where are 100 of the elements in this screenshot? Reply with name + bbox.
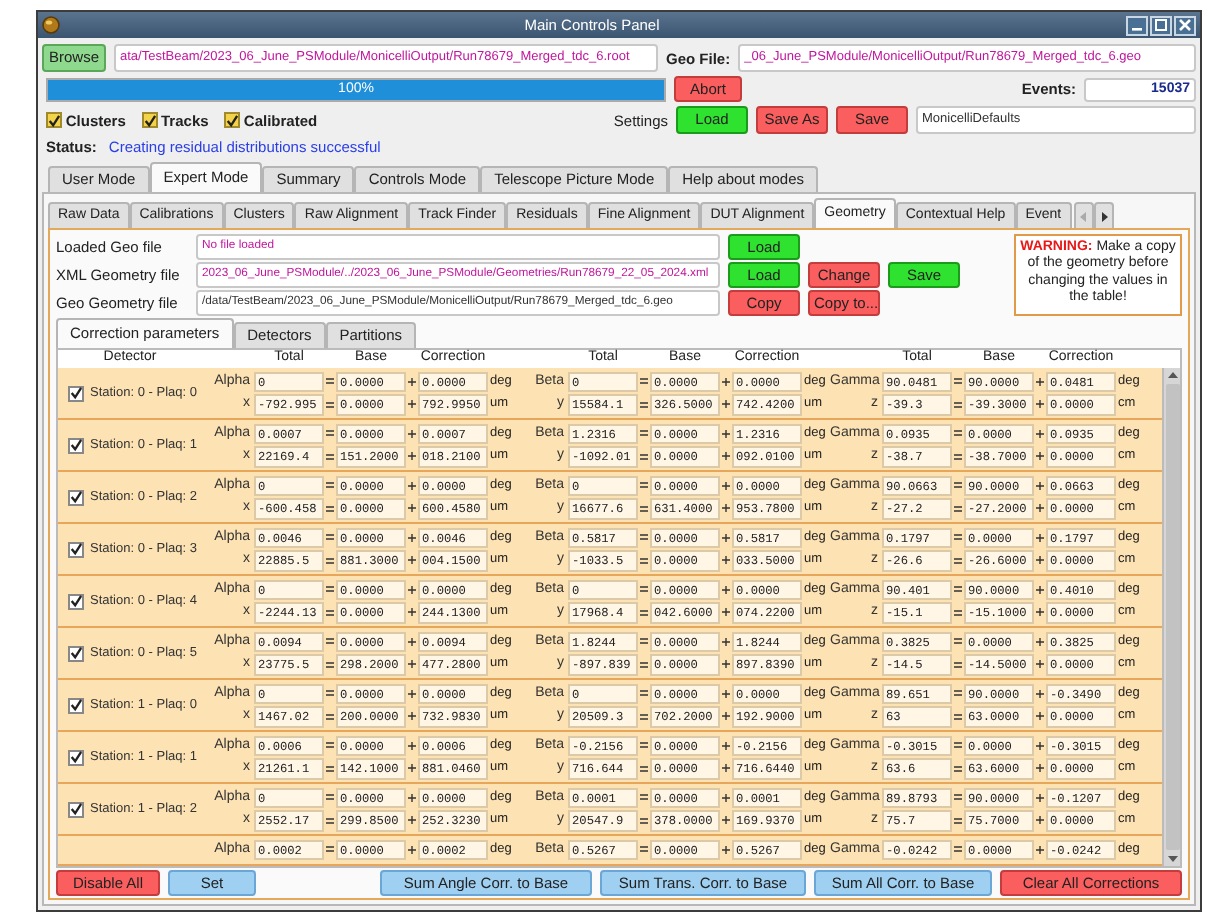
equals-icon bbox=[326, 713, 334, 720]
equals-icon bbox=[954, 586, 962, 593]
checkbox[interactable] bbox=[224, 112, 241, 128]
scroll-up-icon[interactable] bbox=[1165, 370, 1179, 380]
equals-icon bbox=[954, 846, 962, 853]
plus-icon bbox=[1036, 608, 1044, 617]
equals-icon bbox=[326, 401, 334, 408]
checkbox[interactable] bbox=[68, 541, 84, 557]
scroll-down-icon[interactable] bbox=[1165, 854, 1179, 864]
equals-icon bbox=[640, 401, 648, 408]
right-arrow-icon bbox=[1096, 207, 1113, 225]
plus-icon bbox=[1036, 660, 1044, 669]
plus-icon bbox=[1036, 793, 1044, 802]
equals-icon bbox=[326, 586, 334, 593]
equals-icon bbox=[326, 817, 334, 824]
plus-icon bbox=[408, 764, 416, 773]
plus-icon bbox=[722, 712, 730, 721]
equals-icon bbox=[326, 557, 334, 564]
equals-icon bbox=[954, 534, 962, 541]
equals-icon bbox=[954, 765, 962, 772]
close-button[interactable] bbox=[1174, 15, 1196, 35]
equals-icon bbox=[640, 482, 648, 489]
equals-icon bbox=[640, 586, 648, 593]
plus-icon bbox=[408, 377, 416, 386]
plus-icon bbox=[408, 452, 416, 461]
plus-icon bbox=[408, 585, 416, 594]
plus-icon bbox=[722, 764, 730, 773]
plus-icon bbox=[1036, 504, 1044, 513]
plus-icon bbox=[1036, 741, 1044, 750]
equals-icon bbox=[326, 765, 334, 772]
plus-icon bbox=[408, 793, 416, 802]
maximize-icon bbox=[1152, 16, 1170, 34]
plus-icon bbox=[722, 585, 730, 594]
checkbox[interactable] bbox=[141, 112, 158, 128]
scroll-thumb[interactable] bbox=[1165, 384, 1179, 850]
equals-icon bbox=[954, 430, 962, 437]
equals-icon bbox=[954, 817, 962, 824]
equals-icon bbox=[640, 846, 648, 853]
checkbox[interactable] bbox=[68, 749, 84, 765]
plus-icon bbox=[722, 481, 730, 490]
plus-icon bbox=[722, 429, 730, 438]
plus-icon bbox=[1036, 845, 1044, 854]
plus-icon bbox=[408, 741, 416, 750]
checkbox[interactable] bbox=[46, 112, 62, 128]
equals-icon bbox=[954, 742, 962, 749]
maximize-button[interactable] bbox=[1150, 15, 1172, 35]
checkbox[interactable] bbox=[68, 645, 84, 661]
equals-icon bbox=[640, 638, 648, 645]
plus-icon bbox=[408, 689, 416, 698]
equals-icon bbox=[326, 638, 334, 645]
equals-icon bbox=[954, 505, 962, 512]
equals-icon bbox=[326, 378, 334, 385]
plus-icon bbox=[1036, 764, 1044, 773]
plus-icon bbox=[722, 816, 730, 825]
equals-icon bbox=[326, 690, 334, 697]
scroll-right-button[interactable] bbox=[1094, 202, 1115, 228]
plus-icon bbox=[1036, 377, 1044, 386]
plus-icon bbox=[1036, 712, 1044, 721]
equals-icon bbox=[640, 505, 648, 512]
equals-icon bbox=[326, 453, 334, 460]
plus-icon bbox=[722, 377, 730, 386]
plus-icon bbox=[408, 556, 416, 565]
plus-icon bbox=[722, 689, 730, 698]
equals-icon bbox=[326, 661, 334, 668]
plus-icon bbox=[722, 608, 730, 617]
plus-icon bbox=[408, 816, 416, 825]
equals-icon bbox=[326, 430, 334, 437]
equals-icon bbox=[640, 557, 648, 564]
equals-icon bbox=[954, 690, 962, 697]
checkbox[interactable] bbox=[68, 697, 84, 713]
equals-icon bbox=[954, 401, 962, 408]
equals-icon bbox=[640, 713, 648, 720]
equals-icon bbox=[640, 661, 648, 668]
plus-icon bbox=[722, 660, 730, 669]
checkbox[interactable] bbox=[68, 437, 84, 453]
checkbox[interactable] bbox=[68, 385, 84, 401]
checkbox[interactable] bbox=[68, 801, 84, 817]
plus-icon bbox=[1036, 556, 1044, 565]
scrollbar[interactable] bbox=[1162, 368, 1180, 866]
equals-icon bbox=[326, 846, 334, 853]
close-icon bbox=[1176, 16, 1194, 34]
equals-icon bbox=[954, 557, 962, 564]
equals-icon bbox=[326, 505, 334, 512]
plus-icon bbox=[722, 845, 730, 854]
checkbox[interactable] bbox=[68, 489, 84, 505]
equals-icon bbox=[326, 742, 334, 749]
equals-icon bbox=[640, 430, 648, 437]
checkbox[interactable] bbox=[68, 593, 84, 609]
plus-icon bbox=[408, 533, 416, 542]
minimize-button[interactable] bbox=[1126, 15, 1148, 35]
equals-icon bbox=[640, 742, 648, 749]
equals-icon bbox=[640, 794, 648, 801]
plus-icon bbox=[408, 504, 416, 513]
plus-icon bbox=[1036, 533, 1044, 542]
equals-icon bbox=[954, 794, 962, 801]
plus-icon bbox=[408, 429, 416, 438]
equals-icon bbox=[640, 453, 648, 460]
equals-icon bbox=[954, 609, 962, 616]
equals-icon bbox=[326, 482, 334, 489]
plus-icon bbox=[722, 793, 730, 802]
